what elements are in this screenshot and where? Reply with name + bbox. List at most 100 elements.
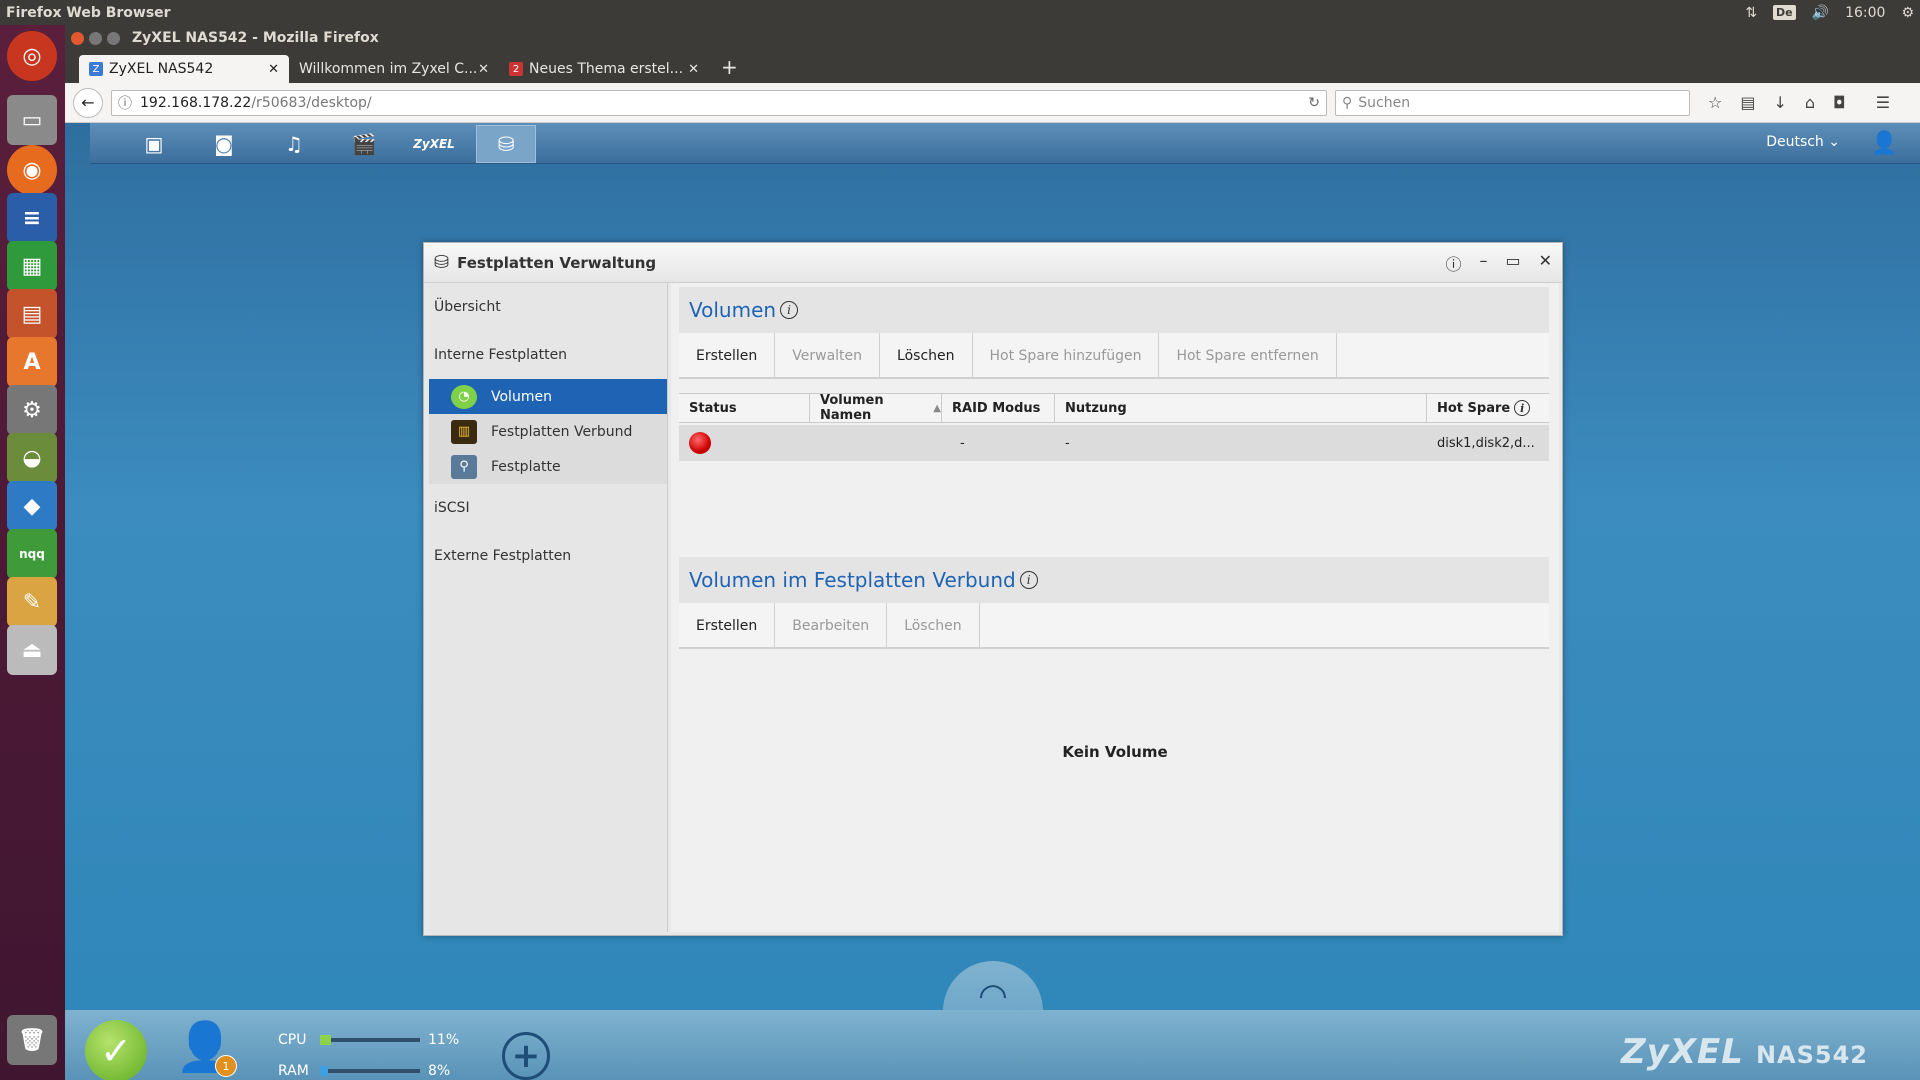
url-bar[interactable]: ⓘ 192.168.178.22/r50683/desktop/ ↻ [111,89,1327,116]
maximize-window-button[interactable] [107,31,120,45]
column-label: Hot Spare [1437,400,1511,416]
files-icon[interactable]: ▭ [7,95,57,145]
add-widget-plus-icon[interactable]: + [502,1032,550,1080]
delete-pool-volume-button[interactable]: Löschen [887,603,980,649]
dialog-titlebar: ⛁ Festplatten Verwaltung ⓘ – ▭ ✕ [424,243,1562,283]
help-icon[interactable]: ⓘ [1445,251,1461,275]
impress-icon[interactable]: ▤ [7,289,57,339]
volume-icon[interactable]: 🔊 [1812,5,1829,21]
column-status[interactable]: Status [679,394,810,422]
volume-table-header: Status Volumen Namen ▲ RAID Modus Nutzung… [679,393,1549,423]
photo-app-icon[interactable]: ◙ [202,127,246,161]
download-arrow-icon[interactable]: ↓ [1773,93,1786,112]
sidebar-item-overview[interactable]: Übersicht [429,283,667,331]
system-settings-icon[interactable]: ⚙ [7,385,57,435]
maximize-icon[interactable]: ▭ [1505,251,1520,275]
create-pool-volume-button[interactable]: Erstellen [679,603,776,649]
hamburger-menu-icon[interactable]: ☰ [1876,93,1890,112]
kodi-icon[interactable]: ◆ [7,481,57,531]
column-volume-name[interactable]: Volumen Namen ▲ [810,393,942,423]
video-app-icon[interactable]: 🎬 [342,127,386,161]
ram-value: 8% [428,1063,451,1079]
search-input[interactable]: ⚲ Suchen [1335,89,1690,116]
forum-favicon-icon: 2 [509,62,523,76]
minimize-window-button[interactable] [89,31,102,45]
sidebar-item-label: Volumen [491,388,552,405]
manage-volume-button[interactable]: Verwalten [775,333,881,379]
ram-fill [320,1066,328,1076]
text-editor-icon[interactable]: ✎ [7,577,57,627]
tab-zyxel-nas542[interactable]: Z ZyXEL NAS542 ✕ [79,55,289,83]
bookmark-star-icon[interactable]: ☆ [1708,93,1722,112]
trash-icon[interactable]: 🗑 [7,1015,57,1065]
zyxel-cloud-app-icon[interactable]: ZyXEL [412,127,456,161]
sidebar-item-internal-disks[interactable]: Interne Festplatten [429,331,667,379]
calc-icon[interactable]: ▦ [7,241,57,291]
user-count-badge: 1 [215,1055,237,1077]
column-label: Volumen Namen [820,393,884,423]
sidebar-item-label: Festplatten Verbund [491,423,633,440]
remove-hot-spare-button[interactable]: Hot Spare entfernen [1159,333,1337,379]
window-title: ZyXEL NAS542 - Mozilla Firefox [132,30,379,46]
close-tab-icon[interactable]: ✕ [478,62,489,77]
delete-volume-button[interactable]: Löschen [880,333,973,379]
edit-pool-volume-button[interactable]: Bearbeiten [775,603,888,649]
usage-cell: - [1065,435,1070,451]
close-window-button[interactable] [71,31,84,45]
column-usage[interactable]: Nutzung [1055,394,1427,422]
storage-manager-app-icon[interactable]: ⛁ [476,125,536,163]
app-toolbar: ▣ ◙ ♫ 🎬 ZyXEL ⛁ Deutsch ⌄ 👤 [90,123,1920,164]
table-row[interactable]: - - disk1,disk2,d... [679,425,1549,461]
info-icon[interactable]: i [780,301,799,319]
pocket-icon[interactable]: ◘ [1833,93,1846,112]
file-browser-app-icon[interactable]: ▣ [132,127,176,161]
sidebar-item-disk[interactable]: ⚲ Festplatte [429,449,667,484]
close-tab-icon[interactable]: ✕ [688,62,699,77]
terminal-icon[interactable]: nqq [7,529,57,579]
sidebar-item-iscsi[interactable]: iSCSI [429,484,667,532]
minimize-icon[interactable]: – [1479,251,1487,275]
usb-drive-icon[interactable]: ⏏ [7,625,57,675]
ubuntu-dash-icon[interactable]: ◎ [7,31,57,81]
column-hot-spare[interactable]: Hot Spare i [1427,394,1549,422]
settings-gear-icon[interactable]: ⚙ [1901,5,1914,21]
info-icon[interactable]: i [1514,400,1531,416]
reload-icon[interactable]: ↻ [1308,95,1320,111]
music-app-icon[interactable]: ♫ [272,127,316,161]
tab-zyxel-community[interactable]: Willkommen im Zyxel C... ✕ [289,55,499,83]
clock[interactable]: 16:00 [1845,5,1885,21]
sidebar-item-external-disks[interactable]: Externe Festplatten [429,532,667,580]
sidebar-item-volume[interactable]: ◔ Volumen [429,379,667,414]
close-icon[interactable]: ✕ [1539,251,1552,275]
firefox-icon[interactable]: ◉ [7,145,57,195]
sort-ascending-icon: ▲ [933,402,941,414]
tab-new-topic[interactable]: 2 Neues Thema erstel... ✕ [499,55,709,83]
sidebar-item-label: Übersicht [434,299,501,315]
info-icon[interactable]: ⓘ [118,93,132,113]
network-icon[interactable]: ⇅ [1745,5,1757,21]
column-raid-mode[interactable]: RAID Modus [942,394,1055,422]
reading-list-icon[interactable]: ▤ [1740,93,1755,112]
zyxel-favicon-icon: Z [89,62,103,76]
new-tab-plus-icon[interactable]: + [721,55,738,79]
info-icon[interactable]: i [1019,571,1038,589]
software-center-icon[interactable]: A [7,337,57,387]
create-volume-button[interactable]: Erstellen [679,333,776,379]
status-cell [679,425,810,461]
home-icon[interactable]: ⌂ [1805,93,1815,112]
add-hot-spare-button[interactable]: Hot Spare hinzufügen [973,333,1160,379]
section-title: Volumen im Festplatten Verbund [689,568,1016,592]
sidebar-item-disk-group[interactable]: ▥ Festplatten Verbund [429,414,667,449]
user-account-icon[interactable]: 👤 [1871,131,1898,156]
cpu-value: 11% [428,1032,460,1048]
close-tab-icon[interactable]: ✕ [268,62,279,77]
disk-usage-icon[interactable]: ◒ [7,433,57,483]
writer-icon[interactable]: ≡ [7,193,57,243]
raid-mode-cell: - [960,435,965,451]
back-arrow-icon[interactable]: ← [73,87,103,118]
language-select[interactable]: Deutsch ⌄ [1766,134,1840,150]
keyboard-layout-indicator[interactable]: De [1773,5,1796,20]
volume-toolbar: Erstellen Verwalten Löschen Hot Spare hi… [679,333,1549,379]
system-ok-check-icon[interactable]: ✓ [85,1020,147,1080]
dialog-title: Festplatten Verwaltung [457,253,657,272]
